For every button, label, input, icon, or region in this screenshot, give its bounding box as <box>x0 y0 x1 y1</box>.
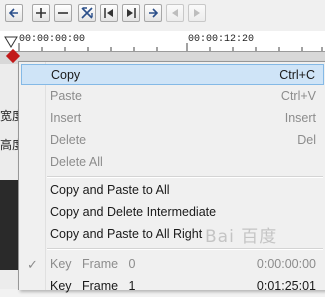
diamond-right-icon[interactable] <box>188 4 206 22</box>
insert-shortcut: Insert <box>284 111 316 125</box>
paste-shortcut: Ctrl+V <box>280 89 316 103</box>
menu-item-copy[interactable]: Copy Ctrl+C <box>21 64 324 85</box>
keyframe-1-name: Key Frame 1 <box>50 279 136 293</box>
prev-keyframe-icon[interactable] <box>100 4 118 22</box>
playhead-icon[interactable] <box>4 35 18 49</box>
copy-shortcut: Ctrl+C <box>279 68 315 82</box>
context-menu: Copy Ctrl+C Paste Ctrl+V Insert Insert D… <box>18 61 325 293</box>
minus-icon[interactable] <box>54 4 72 22</box>
delete-all-label: Delete All <box>50 155 103 169</box>
insert-label: Insert <box>50 111 82 125</box>
menu-item-copy-paste-all[interactable]: Copy and Paste to All <box>21 180 324 201</box>
delete-label: Delete <box>50 133 87 147</box>
keyframe-1-time: 0:01:25:01 <box>256 279 316 293</box>
keyframe-0-time: 0:00:00:00 <box>256 257 316 271</box>
copy-paste-all-label: Copy and Paste to All <box>50 183 170 197</box>
plus-icon[interactable] <box>32 4 50 22</box>
copy-delete-intermediate-label: Copy and Delete Intermediate <box>50 205 217 219</box>
keyframe-0-name: Key Frame 0 <box>50 257 136 271</box>
copy-paste-all-right-label: Copy and Paste to All Right <box>50 227 203 241</box>
arrow-right-icon[interactable] <box>144 4 162 22</box>
ruler-ticks <box>18 43 323 51</box>
menu-item-insert[interactable]: Insert Insert <box>21 108 324 129</box>
arrow-left-icon[interactable] <box>5 4 23 22</box>
menu-item-keyframe-1[interactable]: Key Frame 1 0:01:25:01 <box>21 276 324 297</box>
menu-item-paste[interactable]: Paste Ctrl+V <box>21 86 324 107</box>
preview-area <box>0 180 18 270</box>
copy-label: Copy <box>51 68 81 82</box>
menu-item-copy-delete-intermediate[interactable]: Copy and Delete Intermediate <box>21 202 324 223</box>
delete-shortcut: Del <box>297 133 316 147</box>
menu-item-copy-paste-all-right[interactable]: Copy and Paste to All Right <box>21 224 324 245</box>
watermark: Bai 百度 <box>205 227 278 247</box>
timeline-ruler[interactable]: 00:00:00:00 00:00:12:20 <box>0 31 325 52</box>
keyframe-toolbar <box>0 0 325 31</box>
menu-item-delete-all[interactable]: Delete All <box>21 152 324 173</box>
menu-item-keyframe-0[interactable]: ✓ Key Frame 0 0:00:00:00 <box>21 254 324 275</box>
menu-separator <box>47 176 323 178</box>
next-keyframe-icon[interactable] <box>122 4 140 22</box>
diamond-left-icon[interactable] <box>166 4 184 22</box>
paste-label: Paste <box>50 89 82 103</box>
swap-icon[interactable] <box>78 4 96 22</box>
menu-separator <box>47 248 323 250</box>
menu-item-delete[interactable]: Delete Del <box>21 130 324 151</box>
check-icon: ✓ <box>27 257 38 272</box>
